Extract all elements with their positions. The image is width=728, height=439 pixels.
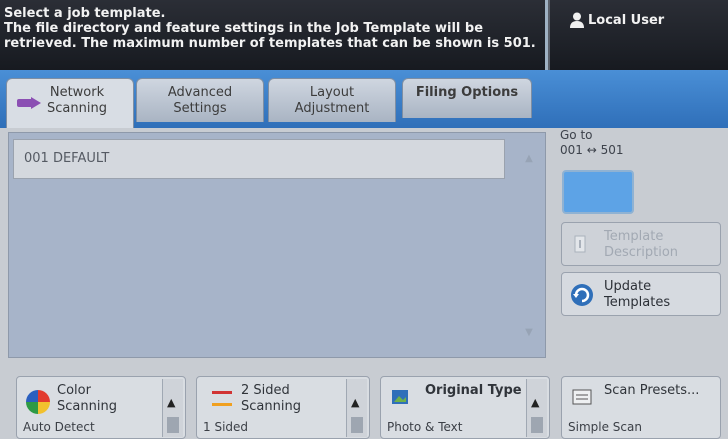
label-line-2: Scanning	[57, 399, 117, 414]
label-line-2: Description	[604, 245, 679, 260]
template-list: 001 DEFAULT ▲ ▼	[8, 132, 546, 358]
label-line-2: Scanning	[241, 399, 301, 414]
template-description-button[interactable]: Template Description	[561, 222, 721, 266]
label-line-1: Template	[604, 229, 664, 244]
presets-icon	[572, 389, 592, 405]
scroll-up-icon[interactable]: ▲	[517, 149, 541, 169]
tab-network-scanning[interactable]: Network Scanning	[6, 78, 134, 130]
template-description-label: Template Description	[604, 229, 678, 261]
tab-label-line-1: Advanced	[167, 85, 233, 100]
color-scanning-button[interactable]: Color Scanning Auto Detect ▲	[16, 376, 186, 439]
original-type-scroller[interactable]: ▲	[526, 379, 547, 437]
goto-label: Go to 001 ↔ 501	[560, 128, 624, 158]
two-sided-scroller[interactable]: ▲	[346, 379, 367, 437]
color-scroller[interactable]: ▲	[162, 379, 183, 437]
scan-presets-title: Scan Presets...	[604, 383, 700, 398]
user-icon	[570, 12, 584, 28]
up-arrow-icon: ▲	[167, 396, 176, 409]
tab-label-line-2: Settings	[173, 101, 227, 116]
tab-advanced-settings[interactable]: Advanced Settings	[136, 78, 264, 122]
scan-arrow-icon	[17, 97, 41, 109]
color-scanning-value: Auto Detect	[23, 420, 95, 434]
update-templates-label: Update Templates	[604, 279, 670, 311]
instruction-line-3: retrieved. The maximum number of templat…	[4, 36, 536, 51]
goto-title: Go to	[560, 128, 593, 142]
list-item[interactable]: 001 DEFAULT	[13, 139, 505, 179]
label-line-2: Templates	[604, 295, 671, 310]
label-line-1: Color	[57, 383, 91, 398]
two-sided-title: 2 Sided Scanning	[241, 383, 301, 415]
refresh-icon	[571, 284, 593, 306]
user-panel[interactable]: Local User	[548, 0, 728, 70]
color-wheel-icon	[26, 390, 50, 414]
photo-icon	[392, 390, 408, 404]
two-sided-scanning-button[interactable]: 2 Sided Scanning 1 Sided ▲	[196, 376, 370, 439]
original-type-title: Original Type	[425, 383, 522, 398]
tab-label-line-1: Layout	[309, 85, 355, 100]
instruction-banner: Select a job template. The file director…	[0, 0, 545, 70]
scroll-thumb	[531, 417, 543, 433]
label-line-1: Update	[604, 279, 652, 294]
color-scanning-title: Color Scanning	[57, 383, 117, 415]
up-arrow-icon: ▲	[531, 396, 540, 409]
tab-filing-options[interactable]: Filing Options	[402, 78, 532, 118]
scroll-thumb	[351, 417, 363, 433]
up-arrow-icon: ▲	[351, 396, 360, 409]
instruction-line-2: The file directory and feature settings …	[4, 21, 484, 36]
user-label: Local User	[588, 13, 665, 28]
scroll-down-icon[interactable]: ▼	[517, 323, 541, 343]
original-type-value: Photo & Text	[387, 420, 463, 434]
document-icon	[574, 235, 586, 253]
update-templates-button[interactable]: Update Templates	[561, 272, 721, 316]
scroll-thumb	[167, 417, 179, 433]
two-sided-icon	[212, 391, 232, 406]
label-line-1: 2 Sided	[241, 383, 290, 398]
tab-layout-adjustment[interactable]: Layout Adjustment	[268, 78, 396, 122]
tab-label-line-2: Adjustment	[294, 101, 370, 116]
goto-range: 001 ↔ 501	[560, 143, 624, 157]
goto-input[interactable]	[562, 170, 634, 214]
scan-presets-value: Simple Scan	[568, 420, 642, 434]
instruction-line-1: Select a job template.	[4, 6, 166, 21]
tab-strip: Network Scanning Advanced Settings Layou…	[0, 70, 728, 130]
tab-label-line-1: Filing Options	[415, 85, 519, 100]
main-panel: 001 DEFAULT ▲ ▼ Go to 001 ↔ 501 Template…	[0, 128, 728, 439]
original-type-button[interactable]: Original Type Photo & Text ▲	[380, 376, 550, 439]
two-sided-value: 1 Sided	[203, 420, 249, 434]
scan-presets-button[interactable]: Scan Presets... Simple Scan	[561, 376, 721, 439]
